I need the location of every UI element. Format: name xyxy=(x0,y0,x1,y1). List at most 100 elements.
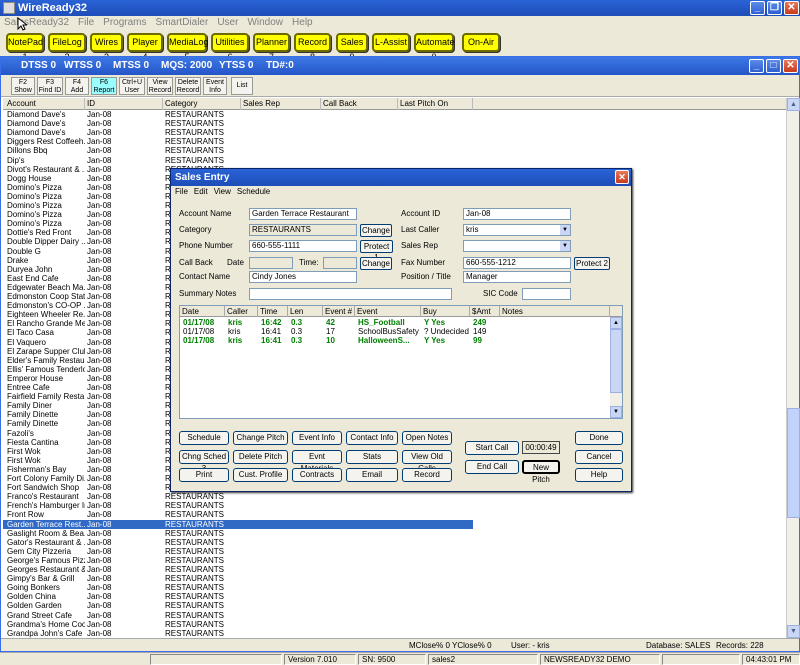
call-back-date-field[interactable] xyxy=(249,257,293,269)
cancel-button[interactable]: Cancel xyxy=(575,450,623,464)
last-caller-select[interactable]: kris ▼ xyxy=(463,224,571,236)
dropdown-arrow-icon[interactable]: ▼ xyxy=(560,225,570,235)
toolbar-sales-9-button[interactable]: Sales 9 xyxy=(336,33,368,62)
grid-row[interactable]: 01/17/08 kris 16:41 0.3 17 SchoolBusSafety ? U… xyxy=(180,327,622,336)
menu-programs[interactable]: Programs xyxy=(103,16,146,29)
grid-scroll-up-icon[interactable]: ▲ xyxy=(610,317,622,329)
inner-maximize-icon[interactable]: □ xyxy=(766,59,781,73)
toolbar-medialog-5-button[interactable]: MediaLog 5 xyxy=(167,33,209,62)
toolbar-l-assist-button[interactable]: L-Assist xyxy=(372,33,410,52)
table-row[interactable]: Grandma's Home CookinJan-08 RESTAURANTS xyxy=(3,620,786,629)
tool-add-button[interactable]: F4 Add xyxy=(65,77,89,95)
column-header-last-pitch-on[interactable]: Last Pitch On xyxy=(398,98,473,110)
column-header-call-back[interactable]: Call Back xyxy=(321,98,398,110)
contact-info-button[interactable]: Contact Info xyxy=(346,431,398,445)
toolbar-notepad-1-button[interactable]: NotePad 1 xyxy=(6,33,44,62)
grid-col-len[interactable]: Len xyxy=(288,306,323,317)
table-row[interactable]: Grandpa John's Cafe Jan-08 RESTAURANTS xyxy=(3,629,786,638)
dialog-menu-edit[interactable]: Edit xyxy=(194,186,208,198)
phone-field[interactable]: 660-555-1111 xyxy=(249,240,357,252)
table-row[interactable]: Diggers Rest Coffeeh... Jan-08 RESTAURANTS xyxy=(3,137,786,146)
dropdown-arrow-icon[interactable]: ▼ xyxy=(560,241,570,251)
open-notes-button[interactable]: Open Notes xyxy=(402,431,452,445)
menu-user[interactable]: User xyxy=(217,16,238,29)
scroll-down-icon[interactable]: ▼ xyxy=(787,625,800,638)
change-callback-button[interactable]: Change xyxy=(360,257,392,270)
toolbar-record-8-button[interactable]: Record 8 xyxy=(294,33,331,62)
grid-scroll-thumb[interactable] xyxy=(610,329,622,393)
inner-close-icon[interactable]: ✕ xyxy=(783,59,798,73)
event-info-button[interactable]: Event Info xyxy=(292,431,342,445)
table-row[interactable]: George's Famous Pizza Jan-08 RESTAURANTS xyxy=(3,556,786,565)
protect-2-button[interactable]: Protect 2 xyxy=(574,257,610,270)
grid-col-event[interactable]: Event xyxy=(355,306,421,317)
new-pitch-button[interactable]: New Pitch xyxy=(522,460,560,484)
table-row[interactable]: Franco's Restaurant Jan-08 RESTAURANTS xyxy=(3,492,786,501)
toolbar-planner-7-button[interactable]: Planner 7 xyxy=(253,33,290,62)
table-row[interactable]: Diamond Dave's Jan-08 RESTAURANTS xyxy=(3,119,786,128)
tool-find-id-button[interactable]: F3 Find ID xyxy=(37,77,63,95)
table-row[interactable]: Grand Street Cafe Jan-08 RESTAURANTS xyxy=(3,611,786,620)
toolbar-wires-3-button[interactable]: Wires 3 xyxy=(90,33,123,62)
table-row[interactable]: Front Row Jan-08 RESTAURANTS xyxy=(3,510,786,519)
table-row[interactable]: Golden Garden Jan-08 RESTAURANTS xyxy=(3,601,786,610)
customer-profile-button[interactable]: Cust. Profile xyxy=(233,468,288,482)
dialog-close-icon[interactable]: ✕ xyxy=(615,170,629,184)
dialog-menu-view[interactable]: View xyxy=(214,186,231,198)
column-header-account[interactable]: Account xyxy=(5,98,85,110)
sales-rep-select[interactable]: ▼ xyxy=(463,240,571,252)
table-row[interactable]: Gator's Restaurant & ... Jan-08 RESTAURANT… xyxy=(3,538,786,547)
grid-col-event-[interactable]: Event # xyxy=(323,306,355,317)
grid-row[interactable]: 01/17/08 kris 16:41 0.3 10 HalloweenS... Y Yes… xyxy=(180,336,622,345)
event-materials-button[interactable]: Evnt Materials xyxy=(292,450,342,473)
restore-icon[interactable]: ❐ xyxy=(767,1,782,15)
stats-button[interactable]: Stats xyxy=(346,450,398,464)
table-row[interactable]: French's Hamburger Inn Jan-08 RESTAURANTS xyxy=(3,501,786,510)
change-category-button[interactable]: Change xyxy=(360,224,392,237)
grid-col-time[interactable]: Time xyxy=(258,306,288,317)
toolbar-player-4-button[interactable]: Player 4 xyxy=(127,33,163,62)
grid-col-caller[interactable]: Caller xyxy=(225,306,258,317)
account-name-field[interactable]: Garden Terrace Restaurant xyxy=(249,208,357,220)
table-row[interactable]: Gem City Pizzeria Jan-08 RESTAURANTS xyxy=(3,547,786,556)
print-button[interactable]: Print xyxy=(179,468,229,482)
tool-record-button[interactable]: Delete Record xyxy=(175,77,201,95)
call-back-time-field[interactable] xyxy=(323,257,357,269)
change-pitch-button[interactable]: Change Pitch xyxy=(233,431,288,445)
inner-minimize-icon[interactable]: _ xyxy=(749,59,764,73)
table-row[interactable]: Diamond Dave's Jan-08 RESTAURANTS xyxy=(3,128,786,137)
column-header-category[interactable]: Category xyxy=(163,98,241,110)
menu-salesready32[interactable]: SalesReady32 xyxy=(4,16,69,29)
menu-help[interactable]: Help xyxy=(292,16,313,29)
dialog-menu-file[interactable]: File xyxy=(175,186,188,198)
toolbar-on-air-button[interactable]: On-Air xyxy=(462,33,500,52)
tool-record-button[interactable]: View Record xyxy=(147,77,173,95)
account-id-field[interactable]: Jan-08 xyxy=(463,208,571,220)
grid-scroll-down-icon[interactable]: ▼ xyxy=(610,406,622,418)
tool-report-button[interactable]: F6 Report xyxy=(91,77,117,95)
grid-col--amt[interactable]: $Amt xyxy=(470,306,500,317)
table-row[interactable]: Diamond Dave's Jan-08 RESTAURANTS xyxy=(3,110,786,119)
schedule-button[interactable]: Schedule xyxy=(179,431,229,445)
scroll-thumb[interactable] xyxy=(787,408,800,518)
menu-window[interactable]: Window xyxy=(247,16,283,29)
tool-user-button[interactable]: Ctrl+U User xyxy=(119,77,145,95)
table-row[interactable]: Dip's Jan-08 RESTAURANTS xyxy=(3,156,786,165)
dialog-menu-schedule[interactable]: Schedule xyxy=(237,186,270,198)
sic-code-field[interactable] xyxy=(522,288,571,300)
minimize-icon[interactable]: _ xyxy=(750,1,765,15)
table-row[interactable]: Georges Restaurant & ...Jan-08 RESTAURANT… xyxy=(3,565,786,574)
scroll-up-icon[interactable]: ▲ xyxy=(787,98,800,111)
toolbar-utilities-6-button[interactable]: Utilities 6 xyxy=(211,33,249,62)
delete-pitch-button[interactable]: Delete Pitch xyxy=(233,450,288,464)
fax-field[interactable]: 660-555-1212 xyxy=(463,257,571,269)
contracts-button[interactable]: Contracts xyxy=(292,468,342,482)
email-button[interactable]: Email xyxy=(346,468,398,482)
table-row[interactable]: Gimpy's Bar & Grill Jan-08 RESTAURANTS xyxy=(3,574,786,583)
contact-name-field[interactable]: Cindy Jones xyxy=(249,271,357,283)
list-scrollbar[interactable]: ▲ ▼ xyxy=(786,98,800,638)
menu-smartdialer[interactable]: SmartDialer xyxy=(156,16,209,29)
table-row[interactable]: Going Bonkers Jan-08 RESTAURANTS xyxy=(3,583,786,592)
grid-scrollbar[interactable]: ▲ ▼ xyxy=(610,317,622,418)
table-row[interactable]: Dillons Bbq Jan-08 RESTAURANTS xyxy=(3,146,786,155)
